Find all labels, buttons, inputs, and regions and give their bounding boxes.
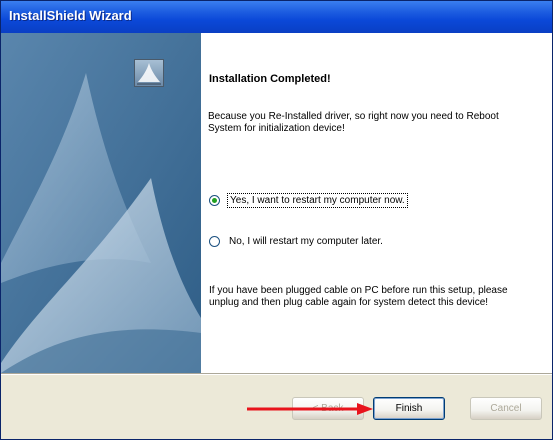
replug-cable-note: If you have been plugged cable on PC bef… [209, 285, 508, 308]
restart-now-radio[interactable] [209, 194, 220, 206]
title-bar[interactable]: InstallShield Wizard [1, 1, 552, 33]
page-heading: Installation Completed! [209, 73, 331, 85]
installshield-sail-graphic-icon [1, 33, 201, 373]
restart-later-label[interactable]: No, I will restart my computer later. [227, 235, 385, 248]
restart-later-radio[interactable] [209, 235, 220, 247]
wizard-side-banner [1, 33, 201, 373]
window-title: InstallShield Wizard [9, 8, 132, 23]
finish-button[interactable]: Finish [373, 397, 445, 420]
restart-later-option[interactable]: No, I will restart my computer later. [209, 233, 385, 249]
installshield-wizard-window: InstallShield Wizard Installation Comple… [0, 0, 553, 440]
installshield-logo-icon [134, 59, 164, 87]
button-area-divider [1, 373, 552, 375]
page-description: Because you Re-Installed driver, so righ… [208, 111, 499, 134]
cancel-button[interactable]: Cancel [470, 397, 542, 420]
red-arrow-icon [247, 403, 373, 415]
restart-now-label[interactable]: Yes, I want to restart my computer now. [227, 192, 408, 208]
restart-now-option[interactable]: Yes, I want to restart my computer now. [209, 192, 408, 208]
